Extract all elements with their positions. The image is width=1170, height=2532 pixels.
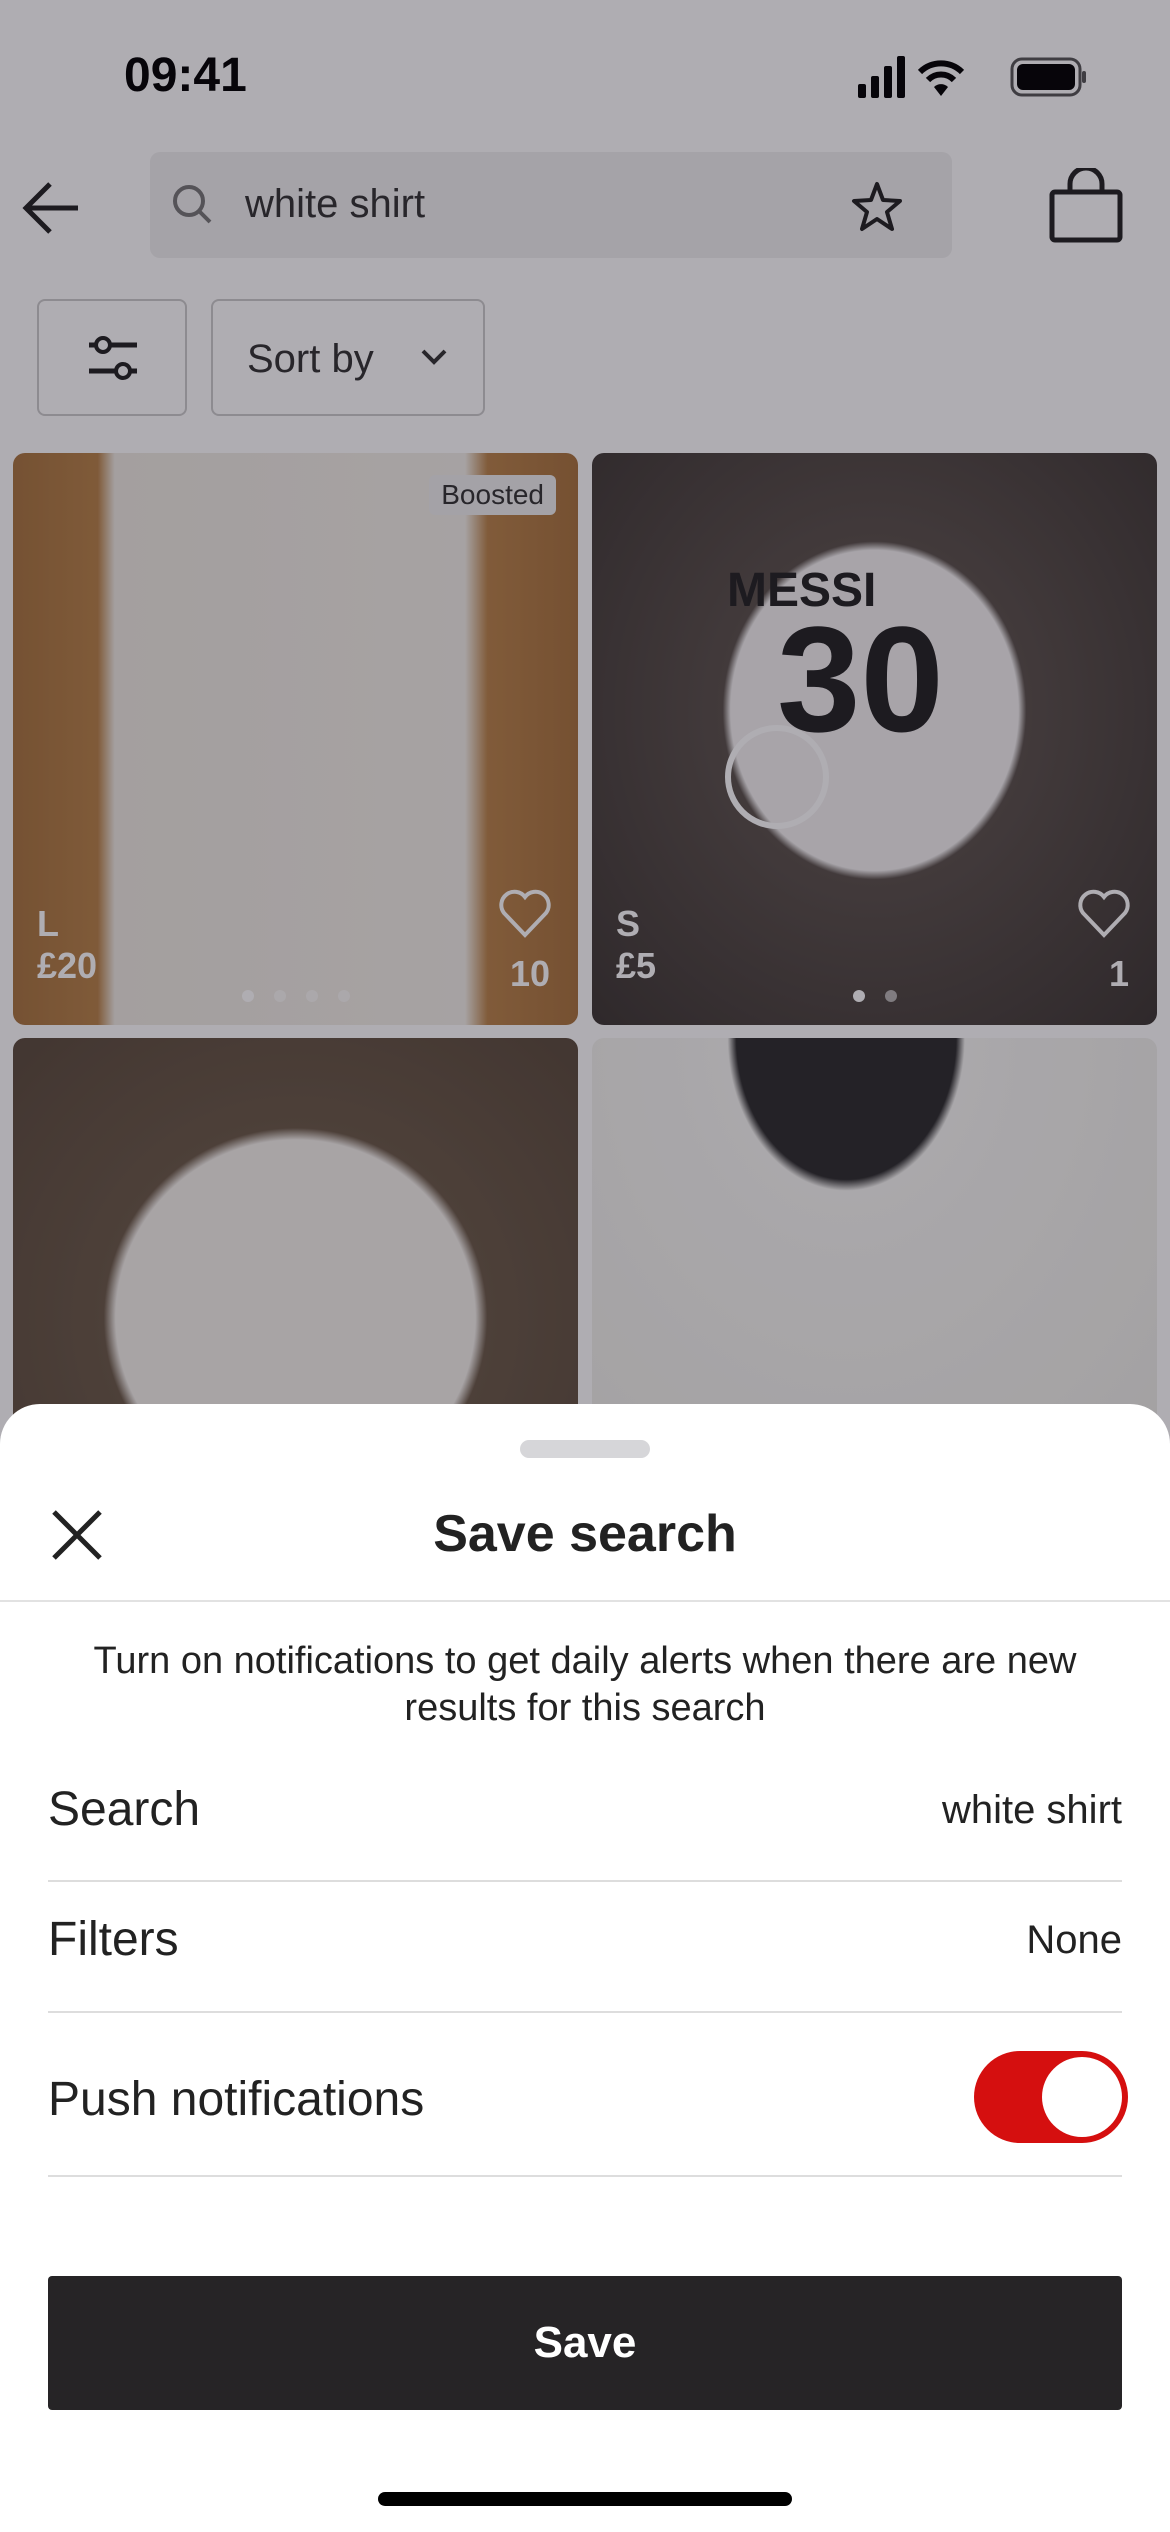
row-value: None: [1026, 1918, 1122, 1962]
filters-row[interactable]: Filters None: [48, 1912, 1122, 2013]
toggle-knob: [1042, 2057, 1122, 2137]
drag-handle[interactable]: [520, 1440, 650, 1458]
sheet-title: Save search: [433, 1505, 737, 1563]
save-button[interactable]: Save: [48, 2276, 1122, 2410]
row-label: Filters: [48, 1913, 179, 1966]
row-value: white shirt: [941, 1788, 1122, 1832]
divider: [0, 1600, 1170, 1602]
sheet-description: Turn on notifications to get daily alert…: [93, 1640, 1077, 1729]
home-indicator: [378, 2492, 792, 2506]
row-label: Push notifications: [48, 2073, 425, 2126]
search-row: Search white shirt: [48, 1782, 1122, 1882]
row-label: Search: [48, 1783, 201, 1836]
push-notifications-row: Push notifications: [48, 2051, 1128, 2177]
save-search-sheet: Save search Turn on notifications to get…: [0, 1404, 1170, 2532]
push-notifications-toggle[interactable]: [974, 2051, 1128, 2143]
